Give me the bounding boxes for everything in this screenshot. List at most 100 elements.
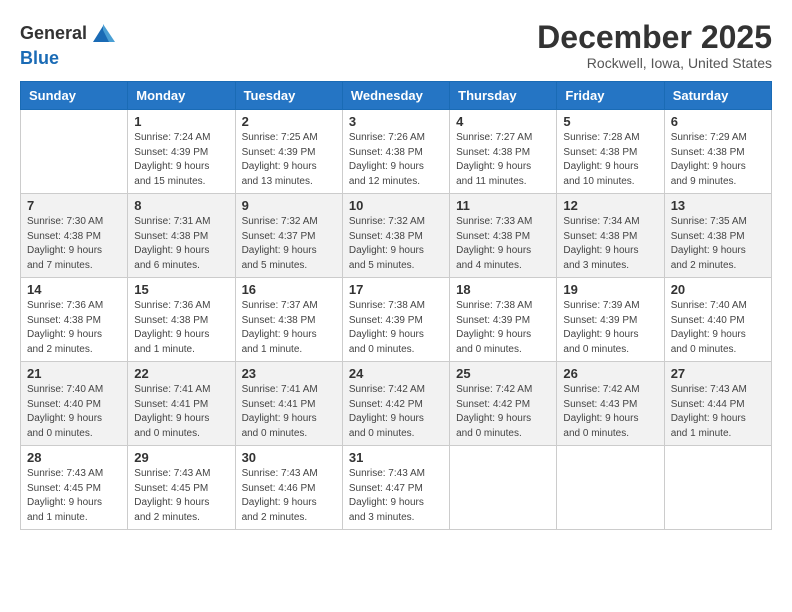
day-number: 6 — [671, 114, 765, 129]
logo-icon — [89, 20, 117, 48]
col-header-monday: Monday — [128, 82, 235, 110]
week-row-1: 1 Sunrise: 7:24 AMSunset: 4:39 PMDaylight… — [21, 110, 772, 194]
day-cell: 14Sunrise: 7:36 AMSunset: 4:38 PMDayligh… — [21, 278, 128, 362]
day-info: Sunrise: 7:41 AMSunset: 4:41 PMDaylight:… — [242, 383, 336, 441]
day-cell: 9 Sunrise: 7:32 AMSunset: 4:37 PMDaylight… — [235, 194, 342, 278]
day-cell: 25 Sunrise: 7:42 AMSunset: 4:42 PMDayligh… — [450, 362, 557, 446]
title-block: December 2025 Rockwell, Iowa, United Sta… — [537, 20, 772, 71]
day-cell: 2 Sunrise: 7:25 AMSunset: 4:39 PMDaylight… — [235, 110, 342, 194]
day-info: Sunrise: 7:29 AMSunset: 4:38 PMDaylight:… — [671, 131, 765, 189]
calendar-subtitle: Rockwell, Iowa, United States — [537, 55, 772, 71]
day-info: Sunrise: 7:37 AMSunset: 4:38 PMDaylight:… — [242, 299, 336, 357]
day-cell: 29 Sunrise: 7:43 AMSunset: 4:45 PMDayligh… — [128, 446, 235, 530]
day-info: Sunrise: 7:24 AMSunset: 4:39 PMDaylight:… — [134, 131, 228, 189]
logo-blue: Blue — [20, 48, 59, 68]
day-number: 12 — [563, 198, 657, 213]
day-info: Sunrise: 7:42 AMSunset: 4:42 PMDaylight:… — [456, 383, 550, 441]
day-number: 22 — [134, 366, 228, 381]
day-number: 24 — [349, 366, 443, 381]
day-cell: 10 Sunrise: 7:32 AMSunset: 4:38 PMDayligh… — [342, 194, 449, 278]
day-number: 9 — [242, 198, 336, 213]
day-info: Sunrise: 7:33 AMSunset: 4:38 PMDaylight:… — [456, 215, 550, 273]
day-number: 14 — [27, 282, 121, 297]
day-number: 19 — [563, 282, 657, 297]
day-info: Sunrise: 7:36 AMSunset: 4:38 PMDaylight:… — [134, 299, 228, 357]
day-number: 10 — [349, 198, 443, 213]
day-number: 2 — [242, 114, 336, 129]
day-info: Sunrise: 7:42 AMSunset: 4:42 PMDaylight:… — [349, 383, 443, 441]
col-header-tuesday: Tuesday — [235, 82, 342, 110]
day-info: Sunrise: 7:35 AMSunset: 4:38 PMDaylight:… — [671, 215, 765, 273]
week-row-3: 14 Sunrise: 7:36 AMSunset: 4:38 PMDayligh… — [21, 278, 772, 362]
day-cell: 11 Sunrise: 7:33 AMSunset: 4:38 PMDayligh… — [450, 194, 557, 278]
day-number: 11 — [456, 198, 550, 213]
day-number: 25 — [456, 366, 550, 381]
day-info: Sunrise: 7:42 AMSunset: 4:43 PMDaylight:… — [563, 383, 657, 441]
day-cell: 23 Sunrise: 7:41 AMSunset: 4:41 PMDayligh… — [235, 362, 342, 446]
day-info: Sunrise: 7:43 AMSunset: 4:45 PMDaylight:… — [27, 467, 121, 525]
week-row-2: 7Sunrise: 7:30 AMSunset: 4:38 PMDaylight… — [21, 194, 772, 278]
day-number: 1 — [134, 114, 228, 129]
day-cell: 30Sunrise: 7:43 AMSunset: 4:46 PMDayligh… — [235, 446, 342, 530]
day-cell: 27Sunrise: 7:43 AMSunset: 4:44 PMDayligh… — [664, 362, 771, 446]
day-number: 17 — [349, 282, 443, 297]
day-cell — [21, 110, 128, 194]
day-number: 8 — [134, 198, 228, 213]
day-cell: 12 Sunrise: 7:34 AMSunset: 4:38 PMDayligh… — [557, 194, 664, 278]
day-info: Sunrise: 7:28 AMSunset: 4:38 PMDaylight:… — [563, 131, 657, 189]
col-header-friday: Friday — [557, 82, 664, 110]
day-number: 15 — [134, 282, 228, 297]
day-cell: 13 Sunrise: 7:35 AMSunset: 4:38 PMDayligh… — [664, 194, 771, 278]
day-cell: 28Sunrise: 7:43 AMSunset: 4:45 PMDayligh… — [21, 446, 128, 530]
day-number: 23 — [242, 366, 336, 381]
day-info: Sunrise: 7:43 AMSunset: 4:44 PMDaylight:… — [671, 383, 765, 441]
day-cell: 4 Sunrise: 7:27 AMSunset: 4:38 PMDaylight… — [450, 110, 557, 194]
day-info: Sunrise: 7:27 AMSunset: 4:38 PMDaylight:… — [456, 131, 550, 189]
day-number: 20 — [671, 282, 765, 297]
calendar-title: December 2025 — [537, 20, 772, 55]
day-cell: 6 Sunrise: 7:29 AMSunset: 4:38 PMDaylight… — [664, 110, 771, 194]
logo: General Blue — [20, 20, 117, 70]
day-cell: 3 Sunrise: 7:26 AMSunset: 4:38 PMDaylight… — [342, 110, 449, 194]
day-number: 7 — [27, 198, 121, 213]
day-info: Sunrise: 7:32 AMSunset: 4:38 PMDaylight:… — [349, 215, 443, 273]
day-number: 30 — [242, 450, 336, 465]
day-info: Sunrise: 7:41 AMSunset: 4:41 PMDaylight:… — [134, 383, 228, 441]
day-info: Sunrise: 7:26 AMSunset: 4:38 PMDaylight:… — [349, 131, 443, 189]
day-info: Sunrise: 7:39 AMSunset: 4:39 PMDaylight:… — [563, 299, 657, 357]
day-cell: 21Sunrise: 7:40 AMSunset: 4:40 PMDayligh… — [21, 362, 128, 446]
week-row-5: 28Sunrise: 7:43 AMSunset: 4:45 PMDayligh… — [21, 446, 772, 530]
day-cell: 19 Sunrise: 7:39 AMSunset: 4:39 PMDayligh… — [557, 278, 664, 362]
calendar-table: SundayMondayTuesdayWednesdayThursdayFrid… — [20, 81, 772, 530]
day-info: Sunrise: 7:25 AMSunset: 4:39 PMDaylight:… — [242, 131, 336, 189]
day-number: 4 — [456, 114, 550, 129]
col-header-sunday: Sunday — [21, 82, 128, 110]
page-header: General Blue December 2025 Rockwell, Iow… — [20, 20, 772, 71]
day-cell: 8 Sunrise: 7:31 AMSunset: 4:38 PMDaylight… — [128, 194, 235, 278]
day-cell: 22 Sunrise: 7:41 AMSunset: 4:41 PMDayligh… — [128, 362, 235, 446]
day-number: 18 — [456, 282, 550, 297]
day-info: Sunrise: 7:34 AMSunset: 4:38 PMDaylight:… — [563, 215, 657, 273]
col-header-saturday: Saturday — [664, 82, 771, 110]
day-cell: 5 Sunrise: 7:28 AMSunset: 4:38 PMDaylight… — [557, 110, 664, 194]
day-number: 21 — [27, 366, 121, 381]
day-number: 3 — [349, 114, 443, 129]
day-info: Sunrise: 7:31 AMSunset: 4:38 PMDaylight:… — [134, 215, 228, 273]
day-cell: 18 Sunrise: 7:38 AMSunset: 4:39 PMDayligh… — [450, 278, 557, 362]
day-info: Sunrise: 7:40 AMSunset: 4:40 PMDaylight:… — [671, 299, 765, 357]
day-cell: 24 Sunrise: 7:42 AMSunset: 4:42 PMDayligh… — [342, 362, 449, 446]
day-info: Sunrise: 7:32 AMSunset: 4:37 PMDaylight:… — [242, 215, 336, 273]
day-cell: 26 Sunrise: 7:42 AMSunset: 4:43 PMDayligh… — [557, 362, 664, 446]
day-info: Sunrise: 7:38 AMSunset: 4:39 PMDaylight:… — [456, 299, 550, 357]
day-number: 29 — [134, 450, 228, 465]
day-cell: 20 Sunrise: 7:40 AMSunset: 4:40 PMDayligh… — [664, 278, 771, 362]
col-header-wednesday: Wednesday — [342, 82, 449, 110]
calendar-header-row: SundayMondayTuesdayWednesdayThursdayFrid… — [21, 82, 772, 110]
day-cell: 15 Sunrise: 7:36 AMSunset: 4:38 PMDayligh… — [128, 278, 235, 362]
day-cell: 7Sunrise: 7:30 AMSunset: 4:38 PMDaylight… — [21, 194, 128, 278]
day-number: 26 — [563, 366, 657, 381]
day-number: 16 — [242, 282, 336, 297]
day-number: 13 — [671, 198, 765, 213]
day-info: Sunrise: 7:43 AMSunset: 4:45 PMDaylight:… — [134, 467, 228, 525]
day-number: 5 — [563, 114, 657, 129]
